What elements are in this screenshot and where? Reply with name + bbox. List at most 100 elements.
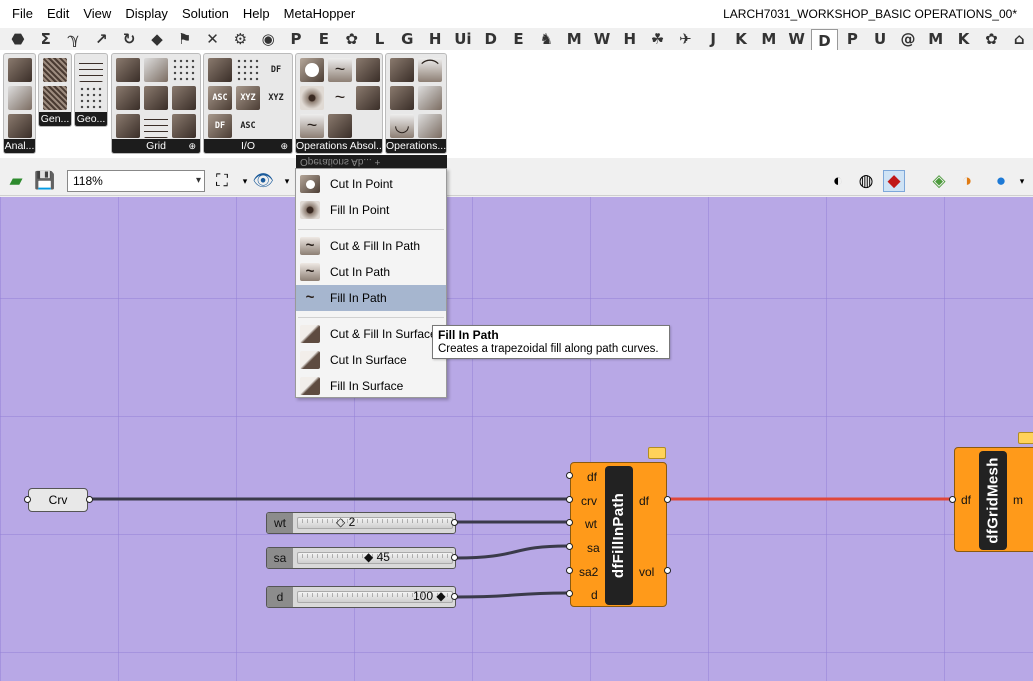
io-xyz-plain-icon[interactable]: XYZ (264, 86, 288, 110)
output-port[interactable] (451, 554, 458, 561)
grid-tile-icon[interactable] (144, 114, 168, 138)
input-port[interactable] (566, 519, 573, 526)
input-port[interactable] (566, 472, 573, 479)
input-port[interactable] (24, 496, 31, 503)
output-port[interactable] (664, 496, 671, 503)
component-df-fill-in-path[interactable]: df crv wt sa sa2 d dfFillInPath df vol (570, 462, 667, 607)
operation-platform-icon[interactable] (418, 114, 442, 138)
io-xyz-icon[interactable]: XYZ (236, 86, 260, 110)
slider-track[interactable]: 100 ◆ (297, 590, 453, 603)
slider-track[interactable]: ◆ 45 (297, 551, 453, 564)
tab-14[interactable]: G (393, 29, 421, 49)
operation-mound-icon[interactable] (390, 86, 414, 110)
tab-9[interactable]: ◉ (254, 29, 282, 49)
tab-26[interactable]: K (727, 29, 755, 49)
tab-0[interactable]: ⬣ (4, 29, 32, 49)
grid-frame-icon[interactable] (144, 86, 168, 110)
tab-4[interactable]: ↻ (115, 29, 143, 49)
chevron-down-icon[interactable]: ▾ (1011, 170, 1033, 192)
tab-17[interactable]: D (477, 29, 505, 49)
io-df-icon[interactable]: DF (264, 58, 288, 82)
tab-35[interactable]: ✿ (977, 29, 1005, 49)
cut-in-path-icon[interactable]: ~ (328, 58, 352, 82)
tab-1[interactable]: Σ (32, 29, 60, 49)
preview-wireframe-icon[interactable]: ◐ (827, 170, 849, 192)
menu-metahopper[interactable]: MetaHopper (277, 0, 363, 28)
tab-7[interactable]: ✕ (199, 29, 227, 49)
preview-selected-icon[interactable]: ◆ (883, 170, 905, 192)
display-mode-icon[interactable]: ◑ (956, 170, 978, 192)
analysis-tool-icon[interactable] (8, 58, 32, 82)
tab-8[interactable]: ⚙ (227, 29, 255, 49)
grid-offset-icon[interactable] (116, 114, 140, 138)
zoom-extents-icon[interactable]: ⛶ (211, 170, 233, 192)
io-points-icon[interactable] (236, 58, 260, 82)
grid-box-icon[interactable] (172, 86, 196, 110)
menu-solution[interactable]: Solution (175, 0, 236, 28)
noise-field-icon[interactable] (43, 58, 67, 82)
fill-in-point-icon[interactable] (300, 86, 324, 110)
operation-tray-icon[interactable] (418, 86, 442, 110)
io-df-export-icon[interactable]: DF (208, 114, 232, 138)
input-port[interactable] (566, 543, 573, 550)
cut-fill-surface-icon[interactable] (328, 114, 352, 138)
tab-16[interactable]: Ui (449, 29, 477, 49)
cut-in-surface-icon[interactable] (356, 58, 380, 82)
tab-28[interactable]: W (783, 29, 811, 49)
operation-arc-icon[interactable]: ⌒ (418, 58, 442, 82)
tab-13[interactable]: L (366, 29, 394, 49)
fill-in-path-icon[interactable]: ~ (328, 86, 352, 110)
tab-32[interactable]: @ (894, 29, 922, 49)
output-port[interactable] (451, 519, 458, 526)
tab-5[interactable]: ◆ (143, 29, 171, 49)
panel-label[interactable]: I/O ⊕ (204, 139, 292, 153)
menu-file[interactable]: File (0, 0, 40, 28)
tab-30[interactable]: P (838, 29, 866, 49)
fill-in-surface-icon[interactable] (356, 86, 380, 110)
io-asc-icon[interactable]: ASC (208, 86, 232, 110)
menu-item-fill-in-path[interactable]: ~ Fill In Path (296, 285, 446, 311)
grid-list-icon[interactable] (144, 58, 168, 82)
input-port[interactable] (566, 496, 573, 503)
menu-item-cut-in-surface[interactable]: Cut In Surface (296, 347, 446, 373)
tab-6[interactable]: ⚑ (171, 29, 199, 49)
grasshopper-canvas[interactable] (0, 197, 1033, 681)
output-port[interactable] (451, 593, 458, 600)
sphere-icon[interactable]: ● (990, 170, 1012, 192)
menu-item-cut-in-point[interactable]: Cut In Point (296, 171, 446, 197)
io-asc-plain-icon[interactable]: ASC (236, 114, 260, 138)
curve-param[interactable]: Crv (28, 488, 88, 512)
menu-edit[interactable]: Edit (40, 0, 76, 28)
tab-21[interactable]: W (588, 29, 616, 49)
grid-corner-icon[interactable] (116, 86, 140, 110)
tab-34[interactable]: K (950, 29, 978, 49)
tab-19[interactable]: ♞ (532, 29, 560, 49)
preview-shaded-icon[interactable]: ◍ (855, 170, 877, 192)
cut-in-point-icon[interactable] (300, 58, 324, 82)
save-file-icon[interactable]: 💾 (34, 170, 56, 192)
analysis-vector-icon[interactable] (8, 86, 32, 110)
tab-10[interactable]: P (282, 29, 310, 49)
slider-track[interactable]: ◇ 2 (297, 516, 453, 529)
menu-item-cut-fill-in-surface[interactable]: Cut & Fill In Surface (296, 321, 446, 347)
menu-view[interactable]: View (76, 0, 118, 28)
component-df-grid-mesh[interactable]: df dfGridMesh m (954, 447, 1033, 552)
tab-25[interactable]: J (699, 29, 727, 49)
tab-29[interactable]: D (810, 29, 839, 51)
menu-help[interactable]: Help (236, 0, 277, 28)
tab-3[interactable]: ↗ (87, 29, 115, 49)
slider-sa[interactable]: sa ◆ 45 (266, 547, 456, 569)
panel-expand-icon[interactable]: ⊕ (188, 139, 196, 153)
panel-label[interactable]: Operations... (386, 139, 446, 153)
output-port[interactable] (86, 496, 93, 503)
panel-label[interactable]: Grid ⊕ (112, 139, 200, 153)
grid-terrain-icon[interactable] (172, 114, 196, 138)
tab-22[interactable]: H (616, 29, 644, 49)
input-port[interactable] (566, 567, 573, 574)
cut-fill-path-icon[interactable]: ~ (300, 114, 324, 138)
tab-15[interactable]: H (421, 29, 449, 49)
bake-icon[interactable]: ◈ (928, 170, 950, 192)
tab-27[interactable]: M (755, 29, 783, 49)
slider-d[interactable]: d 100 ◆ (266, 586, 456, 608)
open-file-icon[interactable]: ▰ (5, 170, 27, 192)
